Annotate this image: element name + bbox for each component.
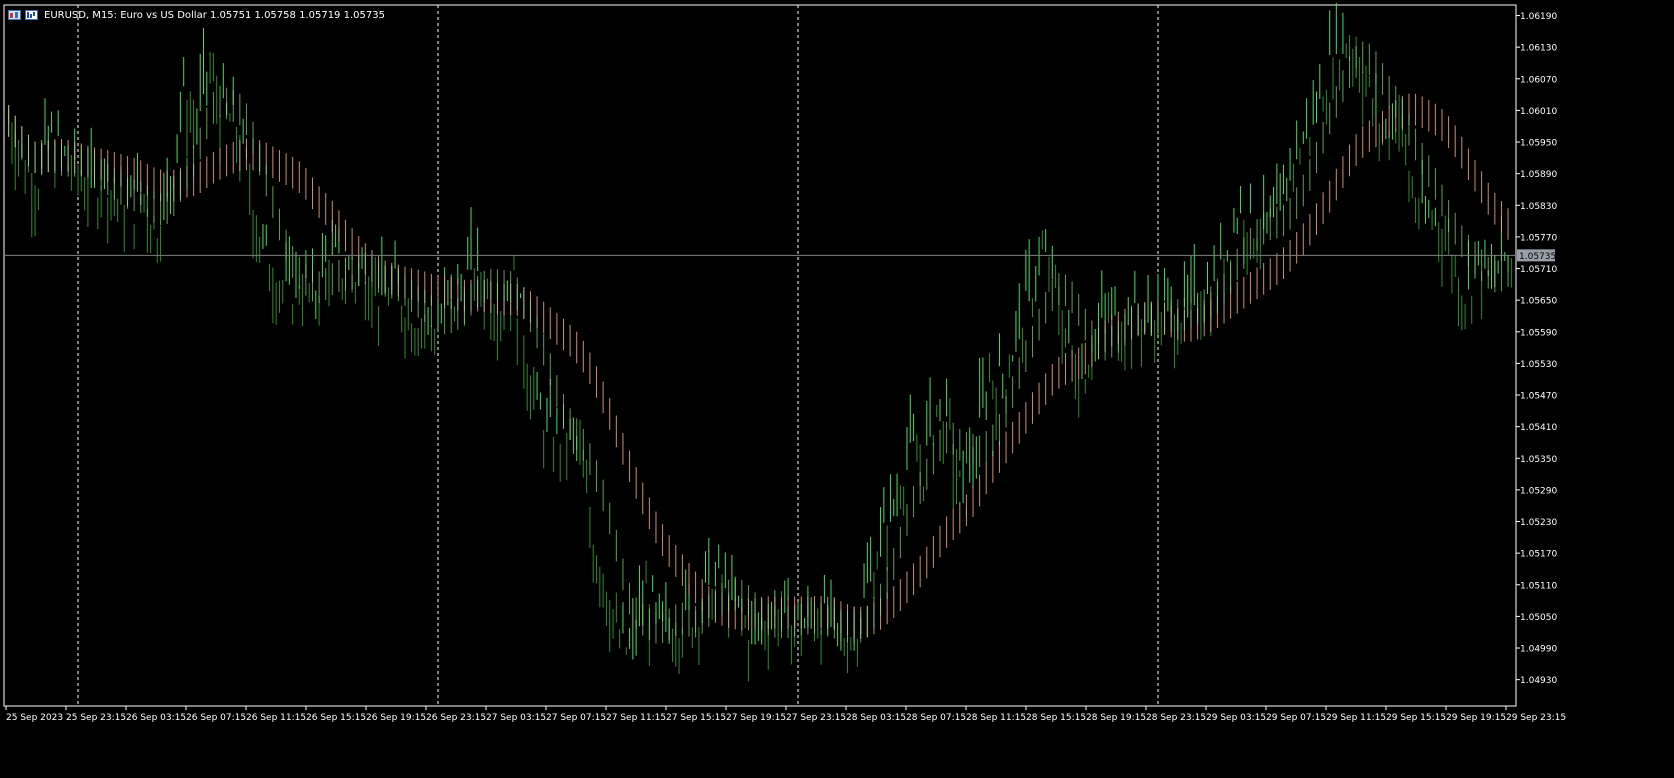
x-tick-label: 28 Sep 19:15 bbox=[1086, 713, 1146, 723]
x-tick-label: 26 Sep 19:15 bbox=[366, 713, 426, 723]
x-tick-label: 27 Sep 11:15 bbox=[606, 713, 666, 723]
y-tick-label: 1.05770 bbox=[1520, 233, 1557, 243]
y-tick-label: 1.05830 bbox=[1520, 202, 1557, 212]
trade-icon[interactable] bbox=[25, 10, 38, 20]
y-tick-label: 1.06070 bbox=[1520, 75, 1557, 85]
y-tick-label: 1.05350 bbox=[1520, 455, 1557, 465]
symbol-header: EURUSD, M15: Euro vs US Dollar 1.05751 1… bbox=[8, 8, 385, 22]
y-tick-label: 1.05230 bbox=[1520, 518, 1557, 528]
x-tick-label: 28 Sep 23:15 bbox=[1146, 713, 1206, 723]
x-tick-label: 29 Sep 19:15 bbox=[1446, 713, 1506, 723]
x-tick-label: 29 Sep 03:15 bbox=[1206, 713, 1266, 723]
y-tick-label: 1.05950 bbox=[1520, 139, 1557, 149]
current-price-label: 1.05735 bbox=[1519, 252, 1556, 262]
chart-window-icon bbox=[8, 10, 21, 20]
y-tick-label: 1.05290 bbox=[1520, 486, 1557, 496]
x-tick-label: 28 Sep 07:15 bbox=[906, 713, 966, 723]
x-tick-label: 26 Sep 03:15 bbox=[126, 713, 186, 723]
y-tick-label: 1.04990 bbox=[1520, 645, 1557, 655]
x-tick-label: 25 Sep 2023 bbox=[6, 713, 63, 723]
x-tick-label: 26 Sep 23:15 bbox=[426, 713, 486, 723]
x-tick-label: 29 Sep 11:15 bbox=[1326, 713, 1386, 723]
y-tick-label: 1.05710 bbox=[1520, 265, 1557, 275]
y-tick-label: 1.06010 bbox=[1520, 107, 1557, 117]
x-tick-label: 26 Sep 11:15 bbox=[246, 713, 306, 723]
y-tick-label: 1.05050 bbox=[1520, 613, 1557, 623]
y-tick-label: 1.06190 bbox=[1520, 12, 1557, 22]
y-tick-label: 1.05170 bbox=[1520, 550, 1557, 560]
y-tick-label: 1.05890 bbox=[1520, 170, 1557, 180]
y-tick-label: 1.06130 bbox=[1520, 44, 1557, 54]
y-tick-label: 1.05110 bbox=[1520, 581, 1557, 591]
x-tick-label: 28 Sep 03:15 bbox=[846, 713, 906, 723]
x-tick-label: 26 Sep 15:15 bbox=[306, 713, 366, 723]
symbol-title: EURUSD, M15: Euro vs US Dollar 1.05751 1… bbox=[44, 9, 385, 21]
y-tick-label: 1.05410 bbox=[1520, 423, 1557, 433]
x-tick-label: 27 Sep 07:15 bbox=[546, 713, 606, 723]
y-tick-label: 1.05650 bbox=[1520, 297, 1557, 307]
chart-area[interactable]: 1.06190 1.06130 1.06070 1.06010 1.05950 1.058… bbox=[0, 0, 1674, 778]
x-tick-label: 28 Sep 15:15 bbox=[1026, 713, 1086, 723]
x-tick-label: 26 Sep 07:15 bbox=[186, 713, 246, 723]
candlestick-chart[interactable]: 1.06190 1.06130 1.06070 1.06010 1.05950 1.058… bbox=[0, 0, 1674, 778]
x-tick-label: 29 Sep 23:15 bbox=[1506, 713, 1566, 723]
x-tick-label: 29 Sep 07:15 bbox=[1266, 713, 1326, 723]
y-tick-label: 1.05530 bbox=[1520, 360, 1557, 370]
y-tick-label: 1.04930 bbox=[1520, 676, 1557, 686]
y-tick-label: 1.05590 bbox=[1520, 328, 1557, 338]
x-tick-label: 27 Sep 15:15 bbox=[666, 713, 726, 723]
x-tick-label: 27 Sep 19:15 bbox=[726, 713, 786, 723]
plot-frame bbox=[3, 4, 1517, 707]
x-tick-label: 27 Sep 23:15 bbox=[786, 713, 846, 723]
x-tick-label: 25 Sep 23:15 bbox=[66, 713, 126, 723]
x-tick-label: 29 Sep 15:15 bbox=[1386, 713, 1446, 723]
y-tick-label: 1.05470 bbox=[1520, 392, 1557, 402]
x-tick-label: 27 Sep 03:15 bbox=[486, 713, 546, 723]
x-tick-label: 28 Sep 11:15 bbox=[966, 713, 1026, 723]
